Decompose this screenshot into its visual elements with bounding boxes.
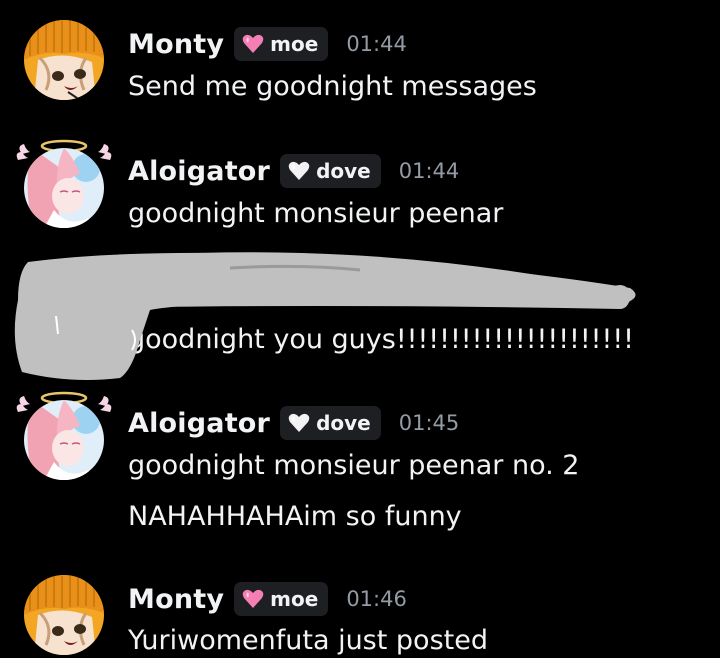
username[interactable]: Monty <box>128 584 224 615</box>
tag-label: moe <box>270 587 319 611</box>
timestamp[interactable]: 01:45 <box>399 411 460 435</box>
message-header: Aloigator dove 01:45 <box>128 403 459 443</box>
message-text: goodnight monsieur peenar <box>128 198 504 229</box>
user-tag[interactable]: moe <box>234 582 329 616</box>
message-header: Monty moe 01:46 <box>128 579 407 619</box>
timestamp[interactable]: 01:44 <box>346 32 407 56</box>
tag-label: dove <box>316 159 371 183</box>
timestamp[interactable]: 01:46 <box>346 587 407 611</box>
message-text: goodnight you guys!!!!!!!!!!!!!!!!!!!!!! <box>128 324 634 355</box>
message-header: Aloigator dove 01:44 <box>128 151 459 191</box>
message-header: Monty moe 01:44 <box>128 24 407 64</box>
avatar-monty[interactable] <box>24 20 104 100</box>
pink-heart-icon <box>242 589 264 609</box>
tag-label: moe <box>270 32 319 56</box>
user-tag[interactable]: dove <box>280 406 381 440</box>
message-text: Yuriwomenfuta just posted <box>128 625 488 656</box>
tag-label: dove <box>316 411 371 435</box>
pink-heart-icon <box>242 34 264 54</box>
timestamp[interactable]: 01:44 <box>399 159 460 183</box>
username[interactable]: Aloigator <box>128 408 270 439</box>
avatar-aloigator[interactable] <box>24 148 104 228</box>
message-text: Send me goodnight messages <box>128 71 537 102</box>
user-tag[interactable]: dove <box>280 154 381 188</box>
message-text: NAHAHHAHAim so funny <box>128 501 462 532</box>
user-tag[interactable]: moe <box>234 27 329 61</box>
white-heart-icon <box>288 161 310 181</box>
message-text: goodnight monsieur peenar no. 2 <box>128 450 580 481</box>
white-heart-icon <box>288 413 310 433</box>
username[interactable]: Monty <box>128 29 224 60</box>
avatar-monty[interactable] <box>24 575 104 655</box>
avatar-aloigator[interactable] <box>24 400 104 480</box>
username[interactable]: Aloigator <box>128 156 270 187</box>
